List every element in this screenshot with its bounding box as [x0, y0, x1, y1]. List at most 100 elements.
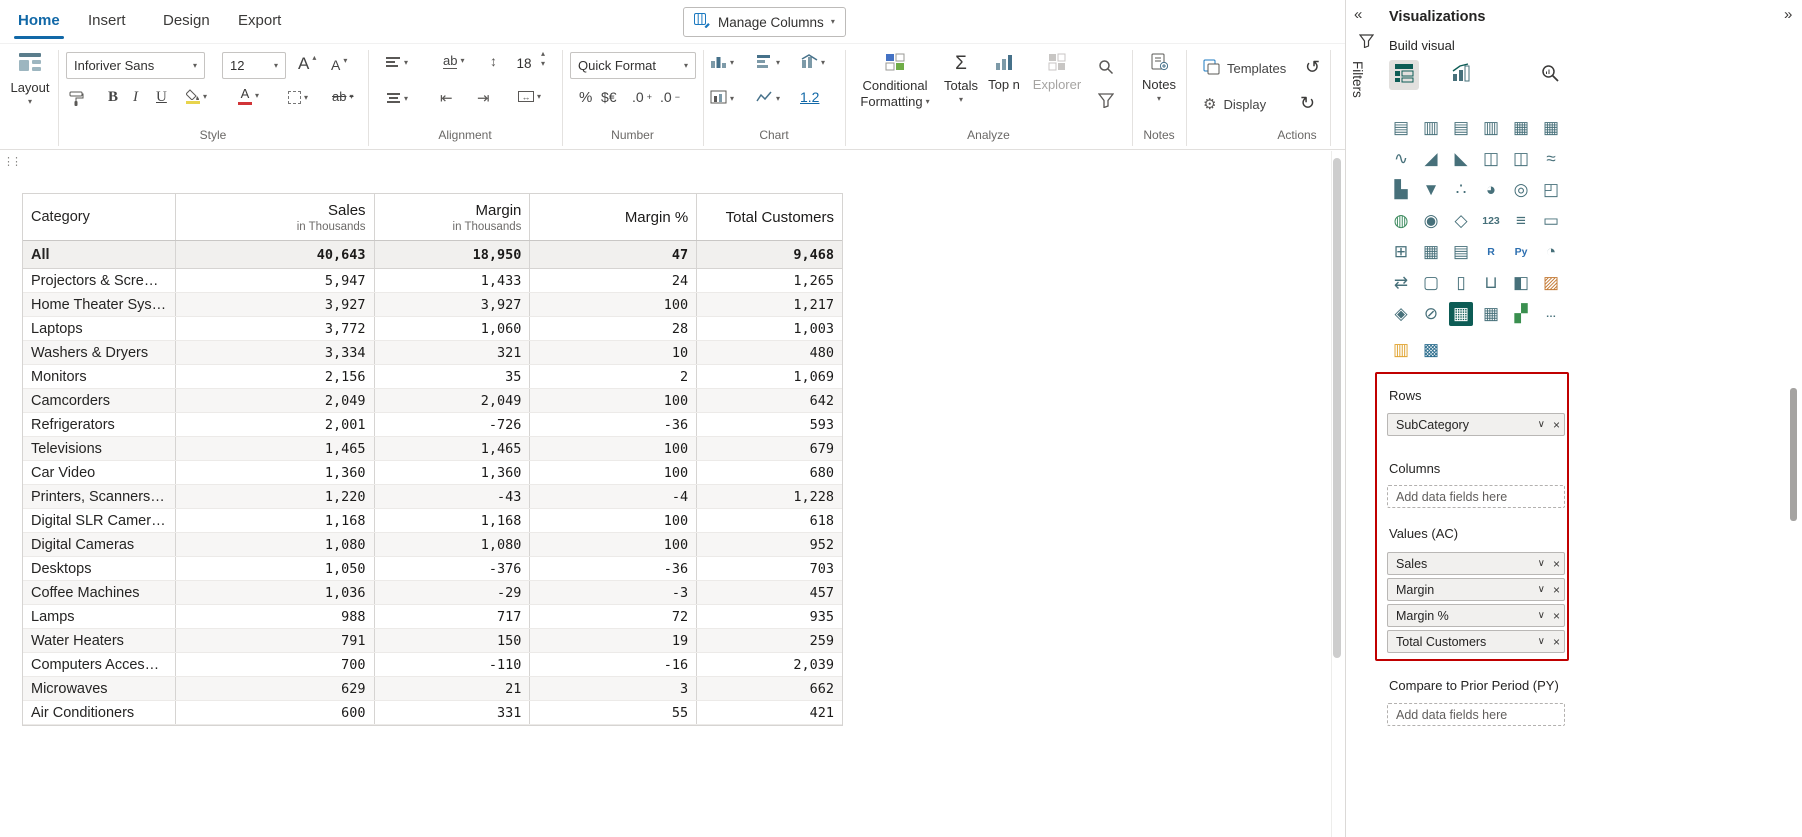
stepper-up-icon[interactable]: ▴ [541, 50, 545, 58]
collapse-pane-icon[interactable]: « [1354, 6, 1362, 23]
sales-cell[interactable]: 791 [176, 629, 375, 652]
category-cell[interactable]: Camcorders [23, 389, 176, 412]
margin-pct-cell[interactable]: 100 [530, 461, 697, 484]
decimal-ratio-button[interactable]: 1.2 [800, 89, 819, 105]
margin-pct-cell[interactable]: -36 [530, 557, 697, 580]
remove-field-icon[interactable]: × [1551, 418, 1560, 432]
expand-pane-icon[interactable]: » [1784, 6, 1792, 23]
sales-cell[interactable]: 1,168 [176, 509, 375, 532]
remove-field-icon[interactable]: × [1551, 635, 1560, 649]
sales-cell[interactable]: 1,080 [176, 533, 375, 556]
margin-pct-cell[interactable]: 2 [530, 365, 697, 388]
strikethrough-button[interactable]: ab ▾ [332, 89, 353, 104]
customers-cell[interactable]: 1,228 [697, 485, 842, 508]
increase-indent-button[interactable]: ⇥ [477, 89, 490, 107]
totals-button[interactable]: Σ Totals ▾ [941, 53, 981, 104]
margin-cell[interactable]: 1,168 [375, 509, 531, 532]
margin-cell[interactable]: 2,049 [375, 389, 531, 412]
category-cell[interactable]: Coffee Machines [23, 581, 176, 604]
conditional-formatting-button[interactable]: Conditional Formatting ▾ [853, 53, 937, 109]
bar-chart-style-button[interactable]: ▾ [756, 54, 780, 71]
customers-cell[interactable]: 680 [697, 461, 842, 484]
kpi-icon[interactable]: ▭ [1539, 209, 1563, 233]
margin-pct-cell[interactable]: 100 [530, 293, 697, 316]
compare-well-placeholder[interactable]: Add data fields here [1387, 703, 1565, 726]
tab-home[interactable]: Home [18, 12, 60, 29]
margin-pct-cell[interactable]: 19 [530, 629, 697, 652]
category-cell[interactable]: Projectors & Scre… [23, 269, 176, 292]
power-apps-icon[interactable]: ⊘ [1419, 302, 1443, 326]
explorer-button[interactable]: Explorer [1028, 53, 1086, 92]
sales-cell[interactable]: 1,360 [176, 461, 375, 484]
sales-cell[interactable]: 1,050 [176, 557, 375, 580]
sales-cell[interactable]: 3,334 [176, 341, 375, 364]
customers-cell[interactable]: 593 [697, 413, 842, 436]
currency-format-button[interactable]: $€ [601, 89, 617, 105]
column-header-category[interactable]: Category [23, 194, 176, 240]
font-family-select[interactable]: Inforiver Sans ▾ [66, 52, 205, 79]
chevron-down-icon[interactable]: ∨ [1532, 610, 1551, 621]
shape-map-icon[interactable]: ◇ [1449, 209, 1473, 233]
increase-font-size-button[interactable]: A▴ [298, 54, 316, 74]
inforiver-matrix-icon[interactable]: ▦ [1449, 302, 1473, 326]
margin-pct-cell[interactable]: -16 [530, 653, 697, 676]
remove-field-icon[interactable]: × [1551, 609, 1560, 623]
multi-row-card-icon[interactable]: ≡ [1509, 209, 1533, 233]
report-chart-icon[interactable]: ◧ [1509, 271, 1533, 295]
margin-cell[interactable]: 717 [375, 605, 531, 628]
analytics-tab[interactable] [1535, 60, 1565, 90]
sales-cell[interactable]: 988 [176, 605, 375, 628]
stepper-down-icon[interactable]: ▾ [541, 60, 545, 68]
category-cell[interactable]: Digital SLR Camer… [23, 509, 176, 532]
customers-cell[interactable]: 1,003 [697, 317, 842, 340]
sales-cell[interactable]: 1,036 [176, 581, 375, 604]
filters-collapsed-strip[interactable]: Filters [1350, 34, 1382, 98]
pie-chart-icon[interactable]: ◕ [1479, 178, 1503, 202]
hundred-stacked-column-chart-icon[interactable]: ▦ [1539, 116, 1563, 140]
margin-pct-cell[interactable]: 72 [530, 605, 697, 628]
margin-cell[interactable]: 1,433 [375, 269, 531, 292]
metrics-icon[interactable]: ⊔ [1479, 271, 1503, 295]
quick-format-select[interactable]: Quick Format ▾ [570, 52, 696, 79]
undo-button[interactable]: ↺ [1305, 57, 1320, 78]
treemap-icon[interactable]: ◰ [1539, 178, 1563, 202]
r-script-icon[interactable]: R [1479, 240, 1503, 264]
clustered-column-chart-icon[interactable]: ▥ [1479, 116, 1503, 140]
vertical-align-button[interactable]: ▾ [386, 91, 408, 107]
field-pill[interactable]: Margin∨× [1387, 578, 1565, 601]
decrease-font-size-button[interactable]: A▾ [331, 57, 347, 73]
category-cell[interactable]: Home Theater Sys… [23, 293, 176, 316]
sales-cell[interactable]: 1,465 [176, 437, 375, 460]
bold-button[interactable]: B [108, 89, 118, 106]
fill-color-button[interactable]: ▾ [186, 89, 207, 104]
sales-cell[interactable]: 700 [176, 653, 375, 676]
filter-button[interactable] [1098, 93, 1114, 111]
category-cell[interactable]: Car Video [23, 461, 176, 484]
category-cell[interactable]: Computers Acces… [23, 653, 176, 676]
column-chart-style-button[interactable]: ▾ [710, 54, 734, 71]
margin-pct-cell[interactable]: 100 [530, 389, 697, 412]
margin-pct-cell[interactable]: 100 [530, 509, 697, 532]
drag-handle-icon[interactable]: ⋮⋮ [3, 155, 19, 168]
stacked-area-chart-icon[interactable]: ◣ [1449, 147, 1473, 171]
sales-cell[interactable]: 3,927 [176, 293, 375, 316]
format-painter-button[interactable] [68, 91, 84, 110]
search-button[interactable] [1098, 59, 1114, 78]
customers-cell[interactable]: 618 [697, 509, 842, 532]
margin-pct-cell[interactable]: 47 [530, 241, 697, 268]
sales-cell[interactable]: 1,220 [176, 485, 375, 508]
table-icon[interactable]: ⊞ [1389, 240, 1413, 264]
margin-cell[interactable]: -43 [375, 485, 531, 508]
sales-cell[interactable]: 629 [176, 677, 375, 700]
margin-cell[interactable]: 1,465 [375, 437, 531, 460]
q-and-a-icon[interactable]: ▯ [1449, 271, 1473, 295]
category-cell[interactable]: Desktops [23, 557, 176, 580]
top-n-button[interactable]: Top n [984, 53, 1024, 92]
margin-cell[interactable]: -376 [375, 557, 531, 580]
sparkline-button[interactable]: ▾ [756, 90, 780, 107]
decomposition-tree-icon[interactable]: ◈ [1389, 302, 1413, 326]
customers-cell[interactable]: 2,039 [697, 653, 842, 676]
category-cell[interactable]: Digital Cameras [23, 533, 176, 556]
margin-cell[interactable]: -726 [375, 413, 531, 436]
margin-cell[interactable]: -110 [375, 653, 531, 676]
